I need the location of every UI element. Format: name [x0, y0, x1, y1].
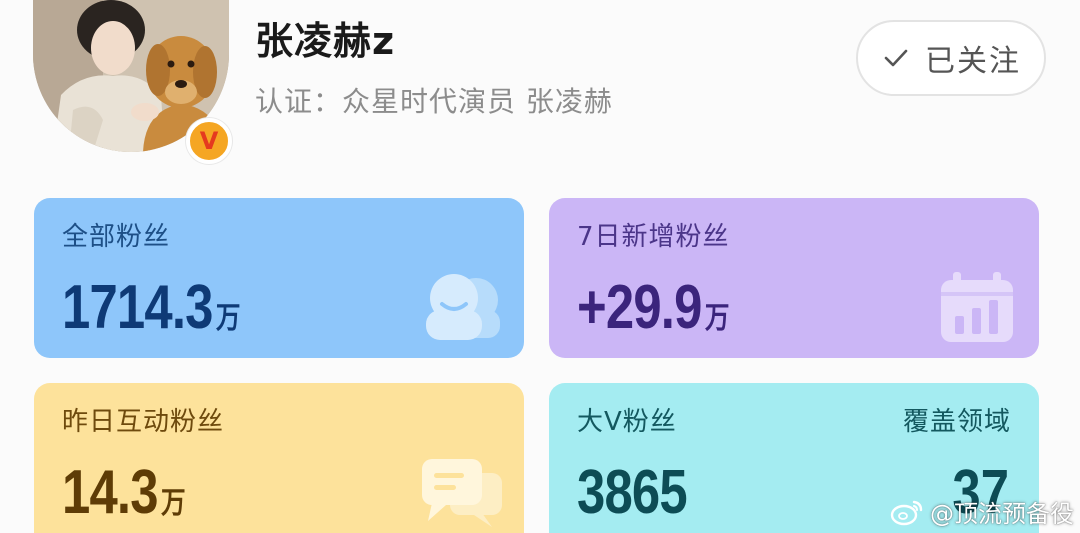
- watermark-text: @顶流预备役: [930, 500, 1074, 528]
- watermark: @顶流预备役: [890, 494, 1074, 529]
- stat-label: 昨日互动粉丝: [62, 407, 225, 437]
- stat-value: 1714.3 万: [62, 272, 240, 343]
- stat-unit: 万: [160, 486, 186, 521]
- follow-button-label: 已关注: [925, 44, 1021, 79]
- stat-number: 1714.3: [62, 273, 213, 342]
- users-icon: [426, 274, 500, 340]
- stat-label: 7日新增粉丝: [577, 222, 730, 252]
- username: 张凌赫z: [255, 19, 396, 63]
- verification-text: 认证：众星时代演员 张凌赫: [255, 85, 613, 118]
- stat-card-new-fans-7d[interactable]: 7日新增粉丝 +29.9 万: [549, 198, 1039, 358]
- stat-number: +29.9: [577, 273, 702, 342]
- stat-value: 14.3 万: [62, 457, 186, 528]
- stat-card-active-fans[interactable]: 昨日互动粉丝 14.3 万: [34, 383, 524, 533]
- stat-card-all-fans[interactable]: 全部粉丝 1714.3 万: [34, 198, 524, 358]
- stat-unit: 万: [215, 301, 241, 336]
- stat-unit: 万: [704, 301, 730, 336]
- profile-page: V 张凌赫z 认证：众星时代演员 张凌赫 已关注 全部粉丝 1714.3 万 7日…: [0, 0, 1080, 533]
- coverage-label: 覆盖领域: [902, 407, 1011, 437]
- verified-badge-text: V: [199, 127, 219, 155]
- calendar-icon: [941, 272, 1013, 342]
- stat-label: 全部粉丝: [62, 222, 171, 252]
- message-icon: [422, 459, 502, 527]
- stat-label: 大V粉丝: [577, 407, 677, 437]
- weibo-logo-icon: [890, 500, 923, 525]
- stat-number: 14.3: [62, 458, 158, 527]
- verified-badge-icon: V: [186, 118, 232, 164]
- stat-value: 3865: [577, 458, 688, 527]
- follow-button[interactable]: 已关注: [856, 20, 1046, 96]
- check-icon: [884, 49, 908, 67]
- stat-value: +29.9 万: [577, 272, 729, 343]
